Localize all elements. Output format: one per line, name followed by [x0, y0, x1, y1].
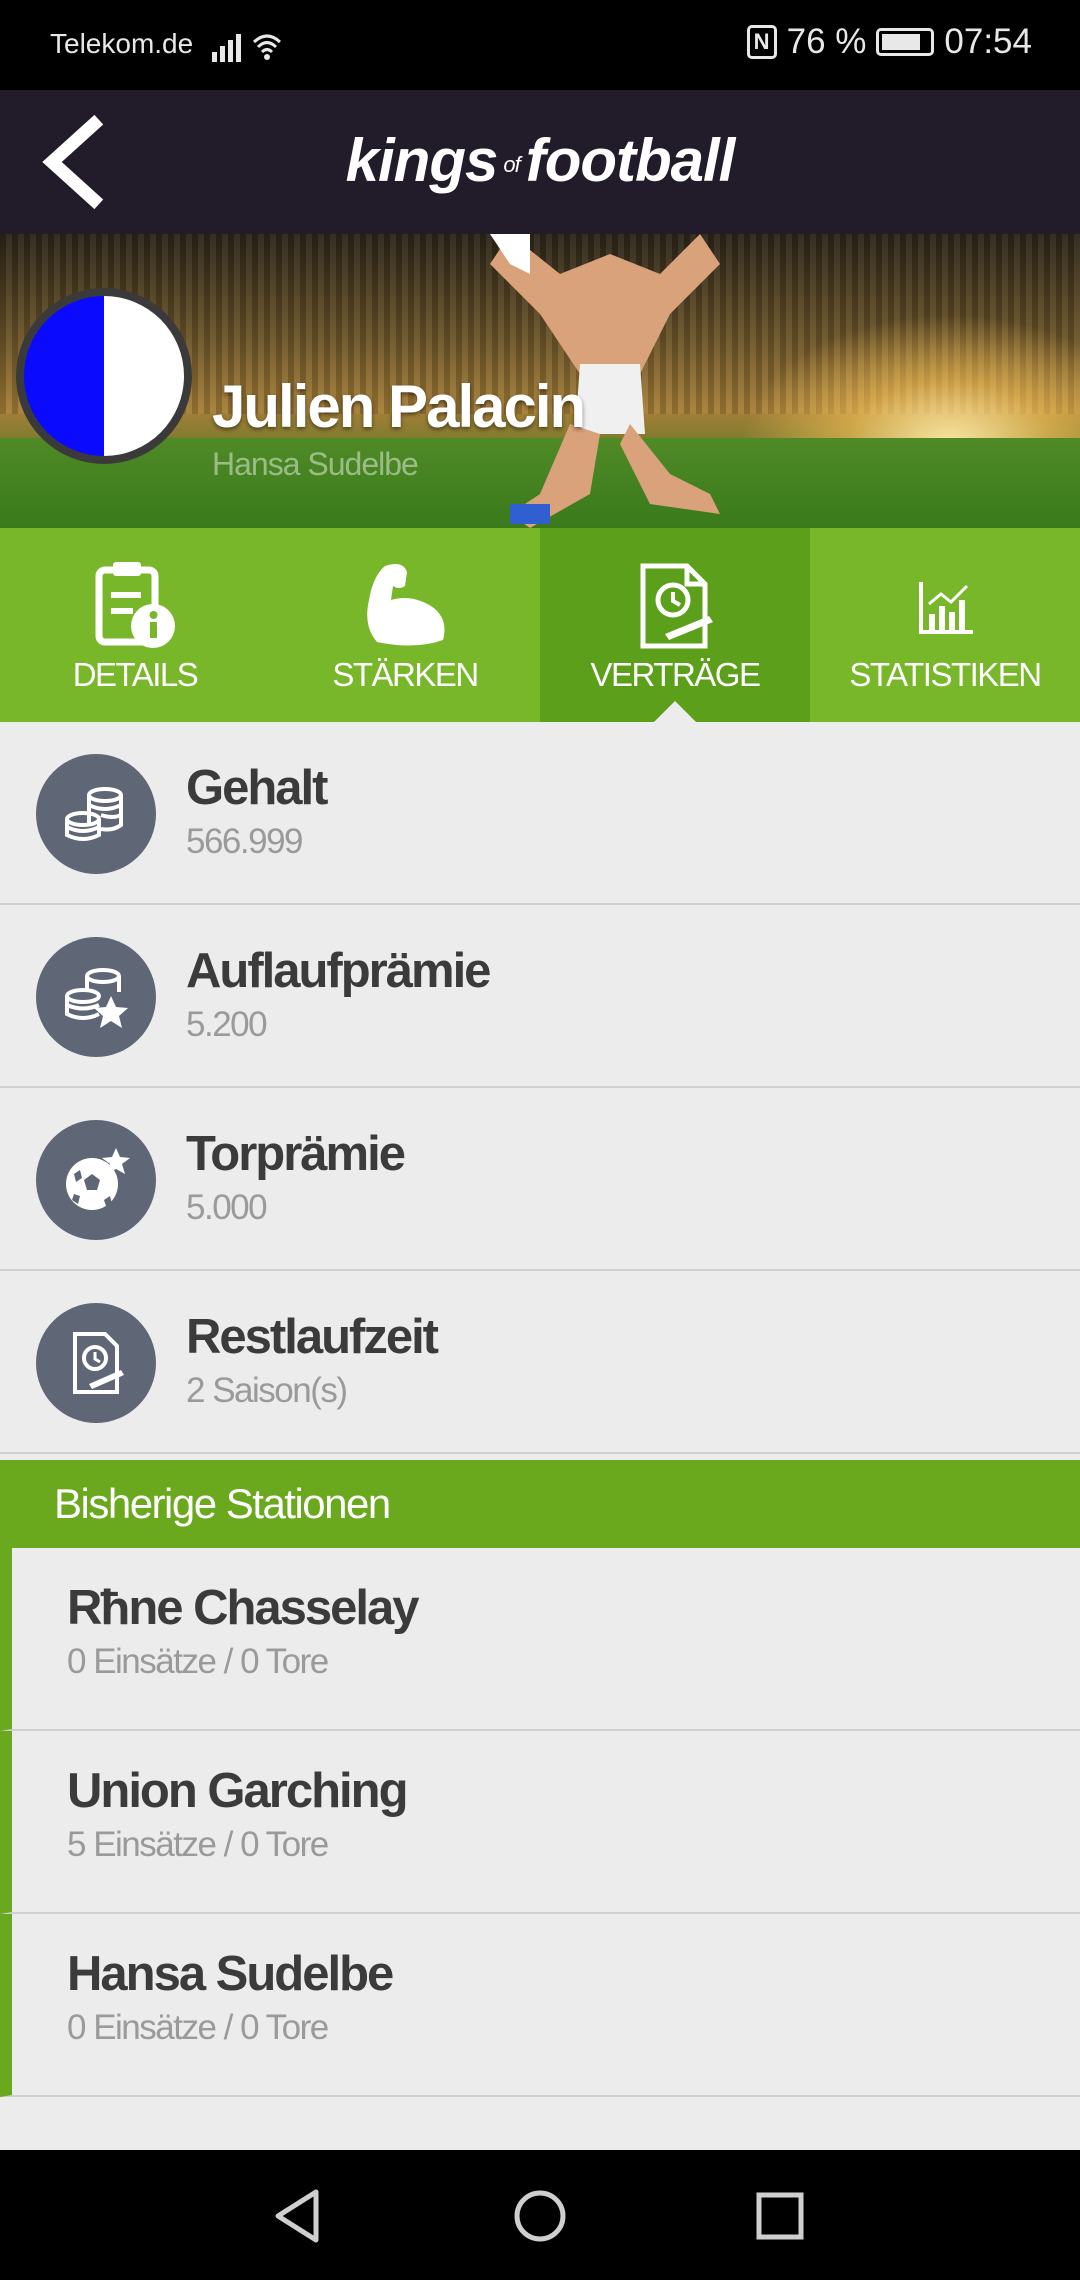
salary-value: 566.999 — [186, 822, 304, 861]
nav-recents-icon[interactable] — [744, 2180, 816, 2252]
status-bar: Telekom.de N 76 % 07:54 — [0, 0, 1080, 90]
tab-bar: DETAILS STÄRKEN VERTRÄGE STATISTIKEN — [0, 528, 1080, 723]
tab-details-label: DETAILS — [72, 656, 199, 693]
coins-icon — [36, 754, 156, 874]
details-icon — [0, 556, 270, 666]
carrier-label: Telekom.de — [50, 28, 194, 59]
app-logo: kings of football — [345, 127, 736, 194]
station-club: Union Garching — [67, 1764, 408, 1818]
club-badge — [16, 288, 192, 464]
station-club: Hansa Sudelbe — [67, 1947, 394, 2001]
salary-title: Gehalt — [186, 761, 328, 815]
goal-bonus-title: Torprämie — [186, 1127, 406, 1181]
tab-contracts-label: VERTRÄGE — [590, 656, 761, 693]
nav-back-icon[interactable] — [264, 2180, 336, 2252]
list-item[interactable]: Rħne Chasselay 0 Einsätze / 0 Tore — [0, 1548, 1080, 1731]
battery-percent: 76 % — [786, 22, 867, 61]
player-club: Hansa Sudelbe — [212, 446, 419, 482]
signal-icon — [212, 28, 292, 71]
list-item-goal-bonus: Torprämie 5.000 — [0, 1088, 1080, 1271]
nfc-icon: N — [746, 25, 777, 59]
contract-clock-icon — [36, 1303, 156, 1423]
tab-strengths-label: STÄRKEN — [332, 656, 479, 693]
station-stats: 5 Einsätze / 0 Tore — [67, 1825, 329, 1864]
appearance-bonus-value: 5.200 — [186, 1005, 268, 1044]
stations-section-title: Bisherige Stationen — [0, 1460, 1080, 1548]
player-hero: Julien Palacin Hansa Sudelbe — [0, 234, 1080, 528]
active-tab-indicator — [653, 701, 697, 723]
app-header: kings of football — [0, 90, 1080, 234]
system-nav-bar — [0, 2150, 1080, 2280]
list-item[interactable]: Union Garching 5 Einsätze / 0 Tore — [0, 1731, 1080, 1914]
list-item-salary: Gehalt 566.999 — [0, 722, 1080, 905]
tab-statistics[interactable]: STATISTIKEN — [810, 528, 1080, 722]
goal-bonus-value: 5.000 — [186, 1188, 268, 1227]
contract-list: Gehalt 566.999 Auflaufprämie 5.200 Torpr… — [0, 722, 1080, 1454]
tab-contracts[interactable]: VERTRÄGE — [540, 528, 810, 723]
statistics-icon — [810, 556, 1080, 666]
remaining-term-value: 2 Saison(s) — [186, 1371, 348, 1410]
clock: 07:54 — [944, 22, 1032, 61]
remaining-term-title: Restlaufzeit — [186, 1310, 439, 1364]
player-name: Julien Palacin — [212, 373, 586, 440]
list-item-appearance-bonus: Auflaufprämie 5.200 — [0, 905, 1080, 1088]
contract-icon — [540, 556, 810, 666]
status-right: N 76 % 07:54 — [746, 22, 1032, 62]
coins-star-icon — [36, 937, 156, 1057]
battery-icon — [876, 28, 935, 56]
wifi-icon — [252, 34, 282, 54]
nav-home-icon[interactable] — [504, 2180, 576, 2252]
strength-icon — [270, 556, 540, 666]
appearance-bonus-title: Auflaufprämie — [186, 944, 491, 998]
tab-statistics-label: STATISTIKEN — [849, 656, 1042, 693]
ball-star-icon — [36, 1120, 156, 1240]
list-item-remaining-term: Restlaufzeit 2 Saison(s) — [0, 1271, 1080, 1454]
station-stats: 0 Einsätze / 0 Tore — [67, 1642, 329, 1681]
station-club: Rħne Chasselay — [67, 1581, 420, 1635]
stations-list: Rħne Chasselay 0 Einsätze / 0 Tore Union… — [0, 1548, 1080, 2097]
tab-strengths[interactable]: STÄRKEN — [270, 528, 540, 722]
station-stats: 0 Einsätze / 0 Tore — [67, 2008, 329, 2047]
tab-details[interactable]: DETAILS — [0, 528, 270, 722]
list-item[interactable]: Hansa Sudelbe 0 Einsätze / 0 Tore — [0, 1914, 1080, 2097]
